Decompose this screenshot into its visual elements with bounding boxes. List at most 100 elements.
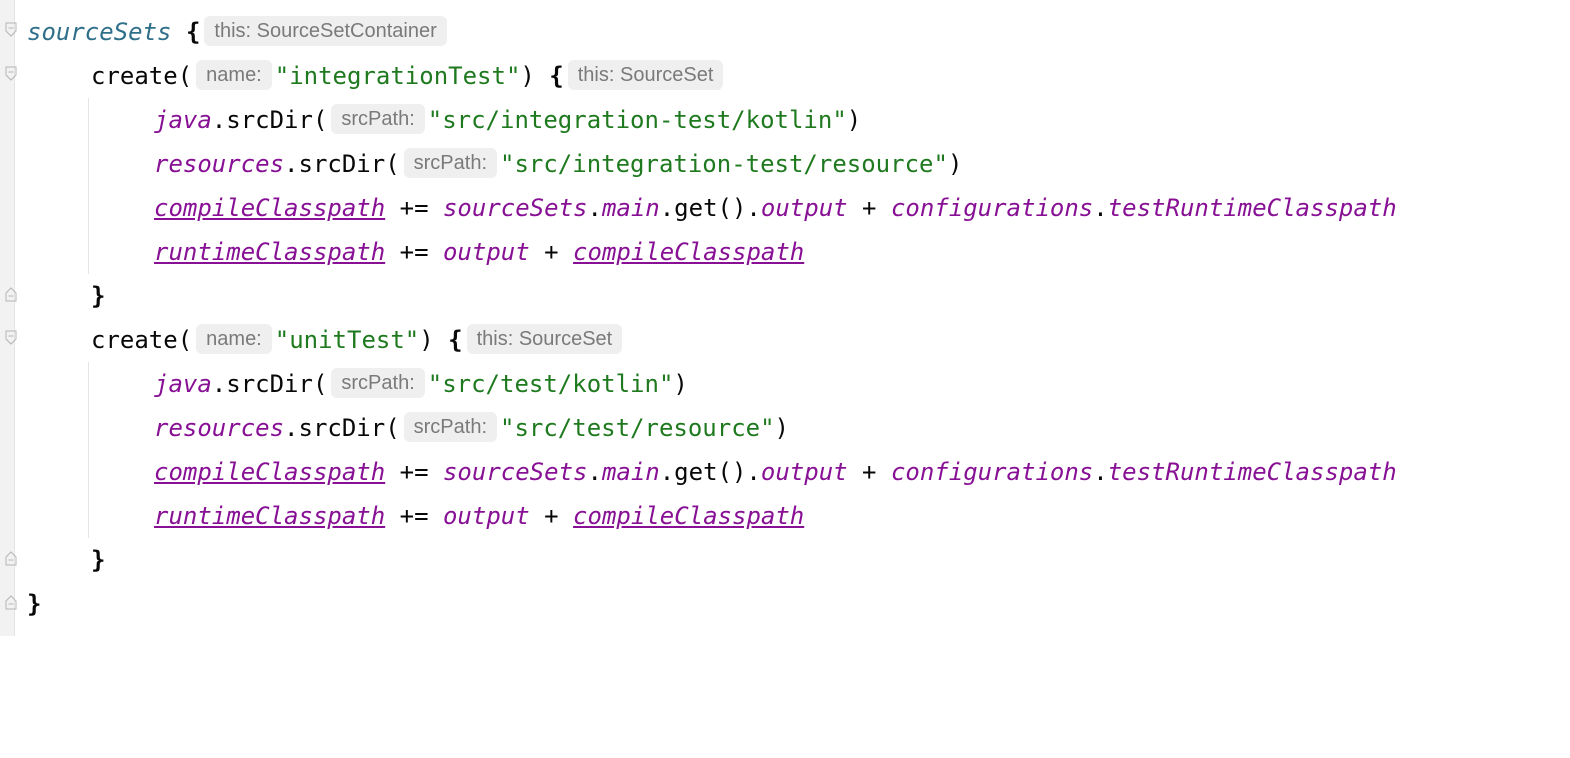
fold-open-icon[interactable] — [5, 66, 17, 82]
code-token: "src/integration-test/resource" — [500, 150, 948, 178]
parameter-hint: name: — [196, 60, 272, 90]
code-token: configurations — [890, 458, 1094, 486]
code-token: . — [1093, 458, 1108, 486]
code-token: output — [442, 502, 530, 530]
code-token: resources — [154, 414, 285, 442]
code-content: resources.srcDir(srcPath: "src/integratio… — [27, 142, 962, 186]
fold-close-icon[interactable] — [5, 594, 17, 610]
code-line[interactable]: create(name: "unitTest") {this: SourceSet — [0, 318, 1570, 362]
code-token: ) — [947, 150, 963, 178]
code-content: create(name: "integrationTest") {this: So… — [27, 54, 726, 98]
code-content: } — [27, 582, 41, 626]
code-content: java.srcDir(srcPath: "src/integration-tes… — [27, 98, 861, 142]
code-token: compileClasspath — [573, 238, 805, 266]
code-token: += — [385, 458, 443, 486]
code-content: sourceSets {this: SourceSetContainer — [27, 10, 450, 54]
code-token: .srcDir( — [211, 370, 328, 398]
code-token: += — [385, 502, 443, 530]
code-token: configurations — [890, 194, 1094, 222]
code-token: create( — [91, 62, 193, 90]
code-token: ) — [774, 414, 789, 442]
code-token: output — [760, 458, 848, 486]
code-token: resources — [154, 150, 285, 178]
code-token: compileClasspath — [573, 502, 805, 530]
code-line[interactable]: } — [0, 582, 1570, 626]
code-token: output — [442, 238, 530, 266]
code-token: "src/integration-test/kotlin" — [427, 106, 847, 134]
code-token: "unitTest" — [274, 326, 420, 354]
parameter-hint: srcPath: — [331, 104, 425, 134]
code-content: compileClasspath += sourceSets.main.get(… — [27, 450, 1397, 494]
fold-close-icon[interactable] — [5, 286, 17, 302]
parameter-hint: srcPath: — [331, 368, 425, 398]
code-token: { — [185, 18, 201, 46]
code-token: + — [529, 502, 574, 530]
parameter-hint: srcPath: — [403, 148, 497, 178]
code-token: ) — [520, 62, 550, 90]
code-line[interactable]: compileClasspath += sourceSets.main.get(… — [0, 186, 1570, 230]
code-token: output — [760, 194, 848, 222]
code-token: + — [529, 238, 574, 266]
fold-open-icon[interactable] — [5, 22, 17, 38]
code-line[interactable]: compileClasspath += sourceSets.main.get(… — [0, 450, 1570, 494]
code-line[interactable]: resources.srcDir(srcPath: "src/integratio… — [0, 142, 1570, 186]
code-token: runtimeClasspath — [154, 238, 386, 266]
parameter-hint: name: — [196, 324, 272, 354]
code-token: sourceSets — [442, 194, 588, 222]
parameter-hint: srcPath: — [403, 412, 497, 442]
parameter-hint: this: SourceSet — [567, 60, 724, 90]
code-token: compileClasspath — [154, 458, 386, 486]
code-line[interactable]: runtimeClasspath += output + compileClas… — [0, 230, 1570, 274]
code-token: testRuntimeClasspath — [1107, 194, 1397, 222]
code-line[interactable]: java.srcDir(srcPath: "src/test/kotlin") — [0, 362, 1570, 406]
code-token: .get(). — [659, 194, 761, 222]
code-token: sourceSets — [442, 458, 588, 486]
code-token: } — [91, 282, 106, 310]
code-line[interactable]: create(name: "integrationTest") {this: So… — [0, 54, 1570, 98]
code-token: { — [448, 326, 463, 354]
fold-open-icon[interactable] — [5, 330, 17, 346]
code-token: . — [587, 194, 602, 222]
code-line[interactable]: sourceSets {this: SourceSetContainer — [0, 10, 1570, 54]
parameter-hint: this: SourceSet — [466, 324, 623, 354]
code-token: + — [847, 194, 891, 222]
code-token: .srcDir( — [284, 414, 400, 442]
code-token: testRuntimeClasspath — [1107, 458, 1397, 486]
code-token: += — [385, 194, 443, 222]
code-token: java — [154, 370, 212, 398]
code-content: runtimeClasspath += output + compileClas… — [27, 494, 804, 538]
fold-close-icon[interactable] — [5, 550, 17, 566]
code-content: } — [27, 274, 105, 318]
code-token: .srcDir( — [211, 106, 328, 134]
code-content: compileClasspath += sourceSets.main.get(… — [27, 186, 1397, 230]
code-line[interactable]: resources.srcDir(srcPath: "src/test/resou… — [0, 406, 1570, 450]
code-line[interactable]: } — [0, 538, 1570, 582]
code-token: "integrationTest" — [274, 62, 521, 90]
code-content: resources.srcDir(srcPath: "src/test/resou… — [27, 406, 789, 450]
code-token: main — [601, 194, 660, 222]
code-token: runtimeClasspath — [154, 502, 386, 530]
code-content: create(name: "unitTest") {this: SourceSet — [27, 318, 625, 362]
code-token: java — [154, 106, 212, 134]
code-editor[interactable]: sourceSets {this: SourceSetContainer cre… — [0, 10, 1570, 626]
code-token: ) — [846, 106, 862, 134]
code-token: . — [587, 458, 602, 486]
code-token: "src/test/resource" — [500, 414, 775, 442]
code-token: } — [91, 546, 106, 574]
code-line[interactable]: java.srcDir(srcPath: "src/integration-tes… — [0, 98, 1570, 142]
code-token: { — [549, 62, 564, 90]
code-token: += — [385, 238, 443, 266]
code-token: sourceSets — [27, 18, 172, 46]
code-token: create( — [91, 326, 193, 354]
code-line[interactable]: } — [0, 274, 1570, 318]
code-token: main — [601, 458, 660, 486]
code-line[interactable]: runtimeClasspath += output + compileClas… — [0, 494, 1570, 538]
code-token: "src/test/kotlin" — [427, 370, 674, 398]
code-content: java.srcDir(srcPath: "src/test/kotlin") — [27, 362, 688, 406]
code-token: .srcDir( — [284, 150, 400, 178]
code-token: . — [1093, 194, 1108, 222]
code-content: } — [27, 538, 105, 582]
parameter-hint: this: SourceSetContainer — [204, 16, 447, 46]
code-token: .get(). — [659, 458, 761, 486]
